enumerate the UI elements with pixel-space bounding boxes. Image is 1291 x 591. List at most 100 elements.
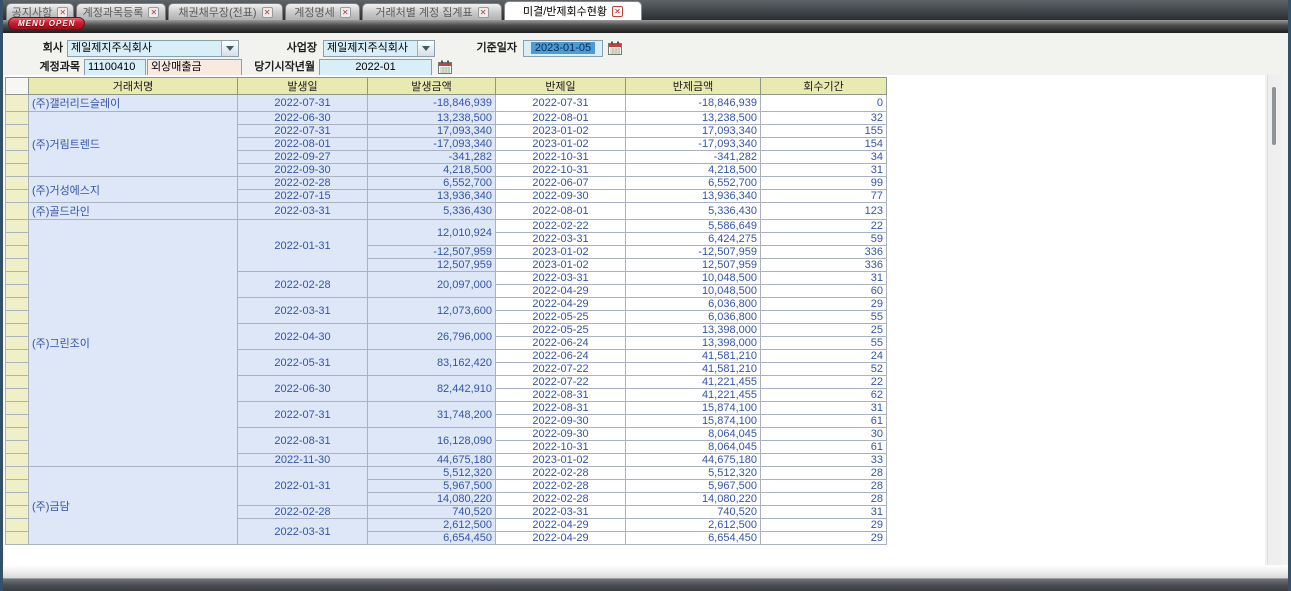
settle-amount-cell[interactable]: 5,586,649 <box>626 220 761 233</box>
occur-amount-cell[interactable]: 740,520 <box>368 506 496 519</box>
settle-amount-cell[interactable]: 41,581,210 <box>626 350 761 363</box>
settle-date-cell[interactable]: 2022-08-01 <box>496 112 626 125</box>
settle-date-cell[interactable]: 2022-07-31 <box>496 95 626 112</box>
occur-amount-cell[interactable]: 31,748,200 <box>368 402 496 428</box>
occur-date-cell[interactable]: 2022-07-31 <box>238 125 368 138</box>
occur-date-cell[interactable]: 2022-09-30 <box>238 164 368 177</box>
collect-days-cell[interactable]: 29 <box>761 298 887 311</box>
occur-date-cell[interactable]: 2022-08-01 <box>238 138 368 151</box>
occur-date-cell[interactable]: 2022-03-31 <box>238 203 368 220</box>
row-marker[interactable] <box>6 125 29 138</box>
occur-amount-cell[interactable]: 12,507,959 <box>368 259 496 272</box>
settle-date-cell[interactable]: 2022-02-28 <box>496 480 626 493</box>
customer-name-cell[interactable]: (주)거림트렌드 <box>29 112 238 177</box>
settle-date-cell[interactable]: 2022-08-31 <box>496 389 626 402</box>
settle-date-cell[interactable]: 2022-03-31 <box>496 506 626 519</box>
collect-days-cell[interactable]: 25 <box>761 324 887 337</box>
row-marker[interactable] <box>6 138 29 151</box>
collect-days-cell[interactable]: 22 <box>761 376 887 389</box>
collect-days-cell[interactable]: 59 <box>761 233 887 246</box>
collect-days-cell[interactable]: 61 <box>761 415 887 428</box>
settle-date-cell[interactable]: 2022-10-31 <box>496 164 626 177</box>
account-code-input[interactable]: 11100410 <box>84 59 146 76</box>
settle-amount-cell[interactable]: -12,507,959 <box>626 246 761 259</box>
settle-amount-cell[interactable]: 13,936,340 <box>626 190 761 203</box>
row-marker[interactable] <box>6 272 29 285</box>
collect-days-cell[interactable]: 28 <box>761 467 887 480</box>
occur-date-cell[interactable]: 2022-04-30 <box>238 324 368 350</box>
settle-date-cell[interactable]: 2022-09-30 <box>496 428 626 441</box>
settle-amount-cell[interactable]: 2,612,500 <box>626 519 761 532</box>
settle-amount-cell[interactable]: 13,238,500 <box>626 112 761 125</box>
collect-days-cell[interactable]: 31 <box>761 506 887 519</box>
occur-date-cell[interactable]: 2022-03-31 <box>238 298 368 324</box>
row-marker[interactable] <box>6 324 29 337</box>
settle-amount-cell[interactable]: 8,064,045 <box>626 428 761 441</box>
collect-days-cell[interactable]: 55 <box>761 311 887 324</box>
settle-date-cell[interactable]: 2023-01-02 <box>496 454 626 467</box>
row-marker[interactable] <box>6 389 29 402</box>
collect-days-cell[interactable]: 123 <box>761 203 887 220</box>
occur-amount-cell[interactable]: 17,093,340 <box>368 125 496 138</box>
occur-amount-cell[interactable]: 4,218,500 <box>368 164 496 177</box>
settle-date-cell[interactable]: 2022-06-24 <box>496 350 626 363</box>
settle-amount-cell[interactable]: 12,507,959 <box>626 259 761 272</box>
occur-amount-cell[interactable]: 12,073,600 <box>368 298 496 324</box>
collect-days-cell[interactable]: 336 <box>761 259 887 272</box>
settle-amount-cell[interactable]: 740,520 <box>626 506 761 519</box>
customer-name-cell[interactable]: (주)그린조이 <box>29 220 238 467</box>
occur-date-cell[interactable]: 2022-07-31 <box>238 402 368 428</box>
row-marker[interactable] <box>6 112 29 125</box>
occur-amount-cell[interactable]: 16,128,090 <box>368 428 496 454</box>
settle-amount-cell[interactable]: 44,675,180 <box>626 454 761 467</box>
settle-amount-cell[interactable]: 15,874,100 <box>626 402 761 415</box>
collect-days-cell[interactable]: 32 <box>761 112 887 125</box>
settle-amount-cell[interactable]: 10,048,500 <box>626 285 761 298</box>
row-marker[interactable] <box>6 506 29 519</box>
row-marker[interactable] <box>6 220 29 233</box>
row-marker[interactable] <box>6 190 29 203</box>
settle-date-cell[interactable]: 2022-04-29 <box>496 519 626 532</box>
collect-days-cell[interactable]: 28 <box>761 493 887 506</box>
collect-days-cell[interactable]: 61 <box>761 441 887 454</box>
settle-amount-cell[interactable]: 17,093,340 <box>626 125 761 138</box>
occur-date-cell[interactable]: 2022-06-30 <box>238 376 368 402</box>
collect-days-cell[interactable]: 29 <box>761 532 887 545</box>
settle-amount-cell[interactable]: 15,874,100 <box>626 415 761 428</box>
scrollbar-thumb[interactable] <box>1272 87 1276 145</box>
occur-amount-cell[interactable]: 26,796,000 <box>368 324 496 350</box>
row-marker[interactable] <box>6 259 29 272</box>
occur-date-cell[interactable]: 2022-07-31 <box>238 95 368 112</box>
occur-amount-cell[interactable]: 5,967,500 <box>368 480 496 493</box>
collect-days-cell[interactable]: 155 <box>761 125 887 138</box>
collect-days-cell[interactable]: 55 <box>761 337 887 350</box>
occur-date-cell[interactable]: 2022-11-30 <box>238 454 368 467</box>
row-marker[interactable] <box>6 177 29 190</box>
tab-open-settlement-status[interactable]: 미결/반제회수현황 ✕ <box>504 1 642 20</box>
row-marker[interactable] <box>6 480 29 493</box>
settle-date-cell[interactable]: 2022-04-29 <box>496 532 626 545</box>
settle-amount-cell[interactable]: 6,036,800 <box>626 298 761 311</box>
row-marker[interactable] <box>6 285 29 298</box>
collect-days-cell[interactable]: 31 <box>761 164 887 177</box>
settle-date-cell[interactable]: 2022-06-07 <box>496 177 626 190</box>
horizontal-scrollbar[interactable] <box>3 565 1288 578</box>
calendar-icon[interactable] <box>437 60 452 75</box>
calendar-icon[interactable] <box>607 41 622 56</box>
occur-date-cell[interactable]: 2022-07-15 <box>238 190 368 203</box>
row-marker[interactable] <box>6 493 29 506</box>
settle-amount-cell[interactable]: 6,654,450 <box>626 532 761 545</box>
collect-days-cell[interactable]: 0 <box>761 95 887 112</box>
occur-amount-cell[interactable]: 12,010,924 <box>368 220 496 246</box>
tab-customer-summary[interactable]: 거래처별 계정 집계표 ✕ <box>362 3 502 20</box>
settle-amount-cell[interactable]: 6,552,700 <box>626 177 761 190</box>
settle-amount-cell[interactable]: 5,512,320 <box>626 467 761 480</box>
collect-days-cell[interactable]: 77 <box>761 190 887 203</box>
settle-date-cell[interactable]: 2022-04-29 <box>496 285 626 298</box>
settle-amount-cell[interactable]: 4,218,500 <box>626 164 761 177</box>
row-marker[interactable] <box>6 441 29 454</box>
row-marker[interactable] <box>6 402 29 415</box>
tab-close-icon[interactable]: ✕ <box>340 7 351 18</box>
collect-days-cell[interactable]: 62 <box>761 389 887 402</box>
settle-amount-cell[interactable]: 41,221,455 <box>626 376 761 389</box>
